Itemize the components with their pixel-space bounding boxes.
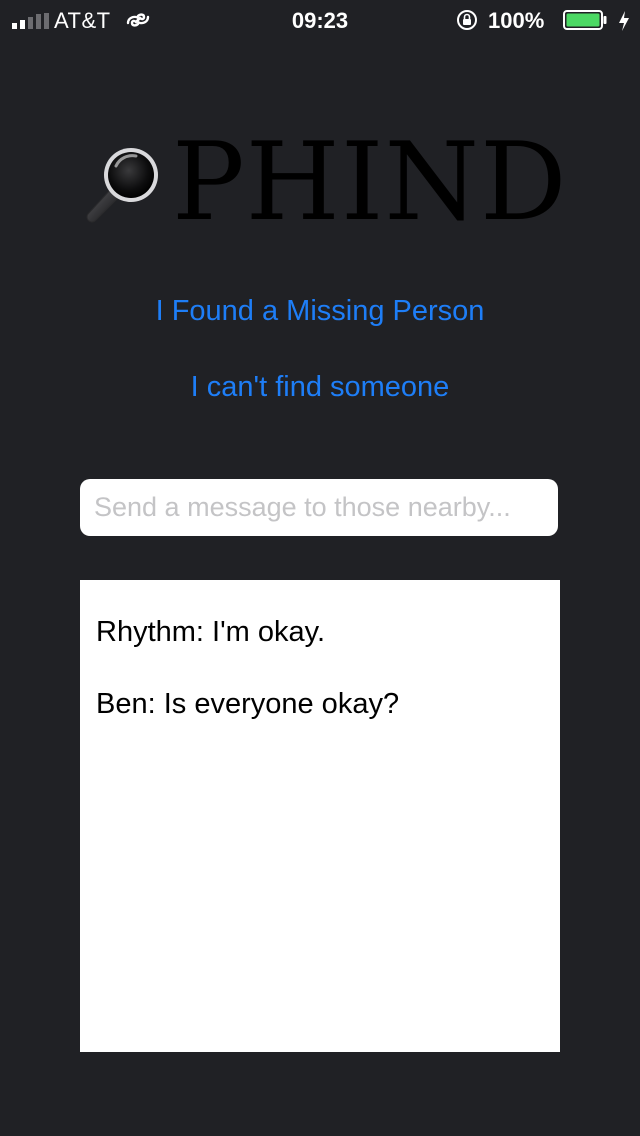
magnifier-icon xyxy=(86,148,158,223)
charging-bolt-icon xyxy=(619,11,629,31)
message-item: Rhythm: I'm okay. xyxy=(96,616,325,648)
message-log: Rhythm: I'm okay. Ben: Is everyone okay? xyxy=(80,580,560,1052)
found-missing-person-link[interactable]: I Found a Missing Person xyxy=(0,293,640,329)
message-input[interactable] xyxy=(80,479,558,536)
app-logo: PHIND xyxy=(80,128,570,238)
battery-icon xyxy=(563,10,607,30)
status-bar: AT&T 09:23 100% xyxy=(0,0,640,40)
cant-find-someone-link[interactable]: I can't find someone xyxy=(0,369,640,405)
app-title: PHIND xyxy=(172,120,568,245)
battery-percentage: 100% xyxy=(488,8,545,33)
message-item: Ben: Is everyone okay? xyxy=(96,688,400,720)
orientation-lock-icon xyxy=(457,10,477,30)
